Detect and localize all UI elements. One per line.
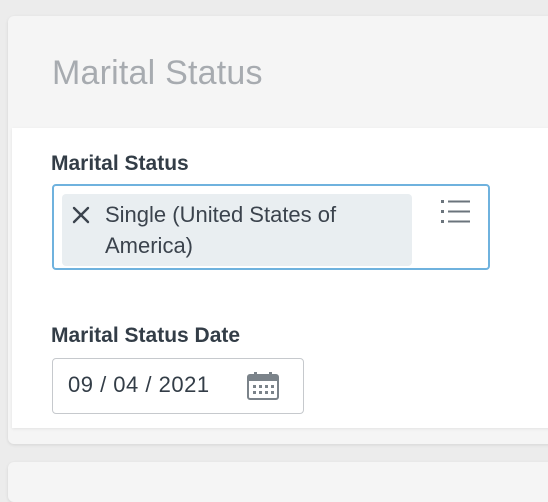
close-icon[interactable] (70, 204, 92, 226)
selected-value-text: Single (United States of America) (105, 202, 337, 258)
marital-status-date-label: Marital Status Date (51, 324, 241, 347)
marital-status-label: Marital Status (51, 152, 189, 175)
next-section-panel (8, 462, 548, 502)
section-title: Marital Status (52, 54, 263, 92)
marital-status-form: Marital Status Single (United States of … (12, 128, 548, 428)
list-icon[interactable] (440, 198, 472, 226)
calendar-icon[interactable] (246, 371, 280, 401)
marital-status-date-input[interactable]: 09 / 04 / 2021 (52, 358, 304, 414)
selected-value-pill: Single (United States of America) (62, 194, 412, 266)
marital-status-section: Marital Status Marital Status Single (Un… (8, 16, 548, 444)
marital-status-prompt-field[interactable]: Single (United States of America) (52, 184, 490, 270)
date-value[interactable]: 09 / 04 / 2021 (68, 372, 210, 398)
